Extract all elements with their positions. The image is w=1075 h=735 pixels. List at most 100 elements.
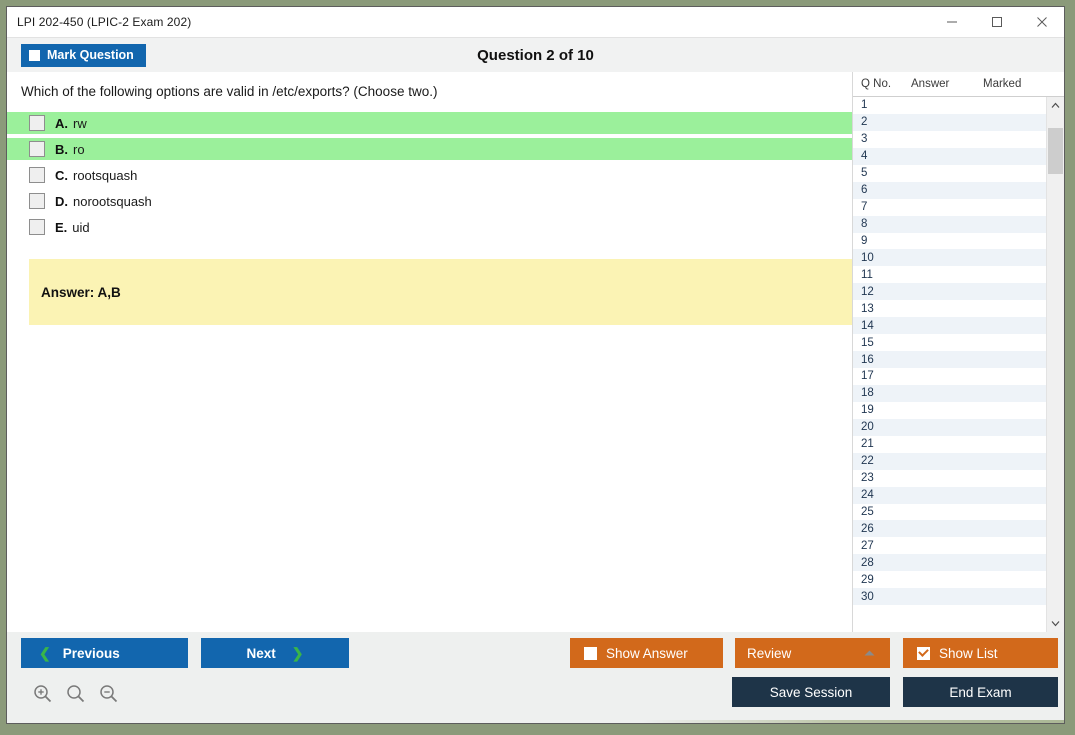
table-row[interactable]: 15 — [853, 334, 1046, 352]
review-dropdown[interactable]: Review — [735, 638, 890, 668]
end-exam-button[interactable]: End Exam — [903, 677, 1058, 707]
close-icon — [1036, 17, 1047, 27]
bottom-edge-tint — [7, 720, 1064, 723]
maximize-button[interactable] — [974, 8, 1019, 37]
table-row[interactable]: 12 — [853, 283, 1046, 301]
option-row[interactable]: D. norootsquash — [7, 190, 852, 212]
table-row[interactable]: 2 — [853, 113, 1046, 131]
answer-reveal-box: Answer: A,B — [29, 259, 852, 325]
cell-qno: 3 — [861, 133, 868, 146]
option-checkbox-icon[interactable] — [29, 115, 45, 131]
cell-qno: 15 — [861, 336, 874, 349]
option-letter: C. — [55, 167, 68, 183]
zoom-reset-icon[interactable] — [66, 684, 85, 703]
option-row[interactable]: E. uid — [7, 216, 852, 238]
question-content-pane: Which of the following options are valid… — [7, 72, 852, 632]
cell-qno: 30 — [861, 590, 874, 603]
table-row[interactable]: 29 — [853, 571, 1046, 589]
table-row[interactable]: 20 — [853, 418, 1046, 436]
table-row[interactable]: 28 — [853, 554, 1046, 572]
zoom-out-icon[interactable] — [99, 684, 118, 703]
question-list-scroll-area: 1 2 3 4 5 6 7 8 9 10 11 12 13 14 15 16 17 18 19 20 21 22 23 24 2… — [853, 97, 1064, 632]
table-row[interactable]: 23 — [853, 469, 1046, 487]
table-row[interactable]: 7 — [853, 198, 1046, 216]
option-row[interactable]: C. rootsquash — [7, 164, 852, 186]
table-row[interactable]: 26 — [853, 520, 1046, 538]
table-row[interactable]: 1 — [853, 97, 1046, 114]
cell-qno: 10 — [861, 251, 874, 264]
scroll-up-button[interactable] — [1047, 97, 1064, 114]
end-exam-label: End Exam — [949, 684, 1012, 700]
cell-qno: 1 — [861, 99, 868, 112]
table-row[interactable]: 14 — [853, 317, 1046, 335]
maximize-icon — [991, 17, 1002, 27]
close-button[interactable] — [1019, 8, 1064, 37]
table-row[interactable]: 13 — [853, 300, 1046, 318]
cell-qno: 27 — [861, 539, 874, 552]
cell-qno: 2 — [861, 116, 868, 129]
mark-question-label: Mark Question — [47, 48, 134, 62]
option-checkbox-icon[interactable] — [29, 141, 45, 157]
cell-qno: 28 — [861, 556, 874, 569]
options-list: A. rw B. ro C. rootsquash D. norootsquash E. uid — [7, 112, 852, 238]
table-row[interactable]: 30 — [853, 588, 1046, 606]
question-counter-title: Question 2 of 10 — [477, 46, 594, 64]
column-header-answer: Answer — [911, 78, 950, 90]
table-row[interactable]: 4 — [853, 147, 1046, 165]
table-row[interactable]: 8 — [853, 215, 1046, 233]
show-answer-checkbox-icon — [584, 646, 597, 660]
table-row[interactable]: 19 — [853, 401, 1046, 419]
option-letter: D. — [55, 193, 68, 209]
cell-qno: 17 — [861, 370, 874, 383]
option-checkbox-icon[interactable] — [29, 167, 45, 183]
show-list-label: Show List — [939, 645, 998, 661]
show-answer-button[interactable]: Show Answer — [570, 638, 723, 668]
table-row[interactable]: 9 — [853, 232, 1046, 250]
mark-question-button[interactable]: Mark Question — [21, 43, 146, 67]
cell-qno: 12 — [861, 285, 874, 298]
option-text: rw — [73, 115, 87, 131]
table-row[interactable]: 16 — [853, 351, 1046, 368]
table-row[interactable]: 3 — [853, 130, 1046, 148]
cell-qno: 9 — [861, 234, 868, 247]
table-row[interactable]: 21 — [853, 435, 1046, 453]
option-text: ro — [73, 141, 85, 157]
table-row[interactable]: 10 — [853, 249, 1046, 267]
option-text: rootsquash — [73, 167, 138, 183]
screen: LPI 202-450 (LPIC-2 Exam 202) Mark Quest… — [0, 0, 1075, 735]
scrollbar-thumb[interactable] — [1048, 128, 1063, 174]
table-row[interactable]: 24 — [853, 486, 1046, 504]
minimize-button[interactable] — [929, 8, 974, 37]
show-answer-label: Show Answer — [606, 645, 688, 661]
zoom-in-icon[interactable] — [33, 684, 52, 703]
show-list-checkbox-icon — [917, 646, 930, 660]
table-row[interactable]: 18 — [853, 384, 1046, 402]
cell-qno: 22 — [861, 455, 874, 468]
cell-qno: 6 — [861, 184, 868, 197]
option-letter: E. — [55, 219, 68, 235]
option-checkbox-icon[interactable] — [29, 219, 45, 235]
table-row[interactable]: 27 — [853, 537, 1046, 555]
table-row[interactable]: 25 — [853, 503, 1046, 521]
option-row[interactable]: B. ro — [7, 138, 852, 160]
save-session-button[interactable]: Save Session — [732, 677, 890, 707]
table-row[interactable]: 17 — [853, 368, 1046, 385]
column-header-qno: Q No. — [861, 78, 892, 90]
cell-qno: 29 — [861, 573, 874, 586]
table-row[interactable]: 5 — [853, 164, 1046, 182]
cell-qno: 21 — [861, 438, 874, 451]
question-header-bar: Mark Question Question 2 of 10 — [7, 38, 1064, 72]
next-button[interactable]: Next ❯ — [201, 638, 349, 668]
chevron-right-icon: ❯ — [291, 644, 304, 661]
chevron-up-icon — [1051, 102, 1060, 108]
scrollbar-track[interactable] — [1047, 114, 1064, 615]
option-row[interactable]: A. rw — [7, 112, 852, 134]
previous-button[interactable]: ❮ Previous — [21, 638, 188, 668]
scroll-down-button[interactable] — [1047, 615, 1064, 632]
table-row[interactable]: 6 — [853, 181, 1046, 199]
table-row[interactable]: 11 — [853, 266, 1046, 284]
question-list-scrollbar[interactable] — [1046, 97, 1064, 632]
table-row[interactable]: 22 — [853, 452, 1046, 470]
show-list-button[interactable]: Show List — [903, 638, 1058, 668]
option-checkbox-icon[interactable] — [29, 193, 45, 209]
